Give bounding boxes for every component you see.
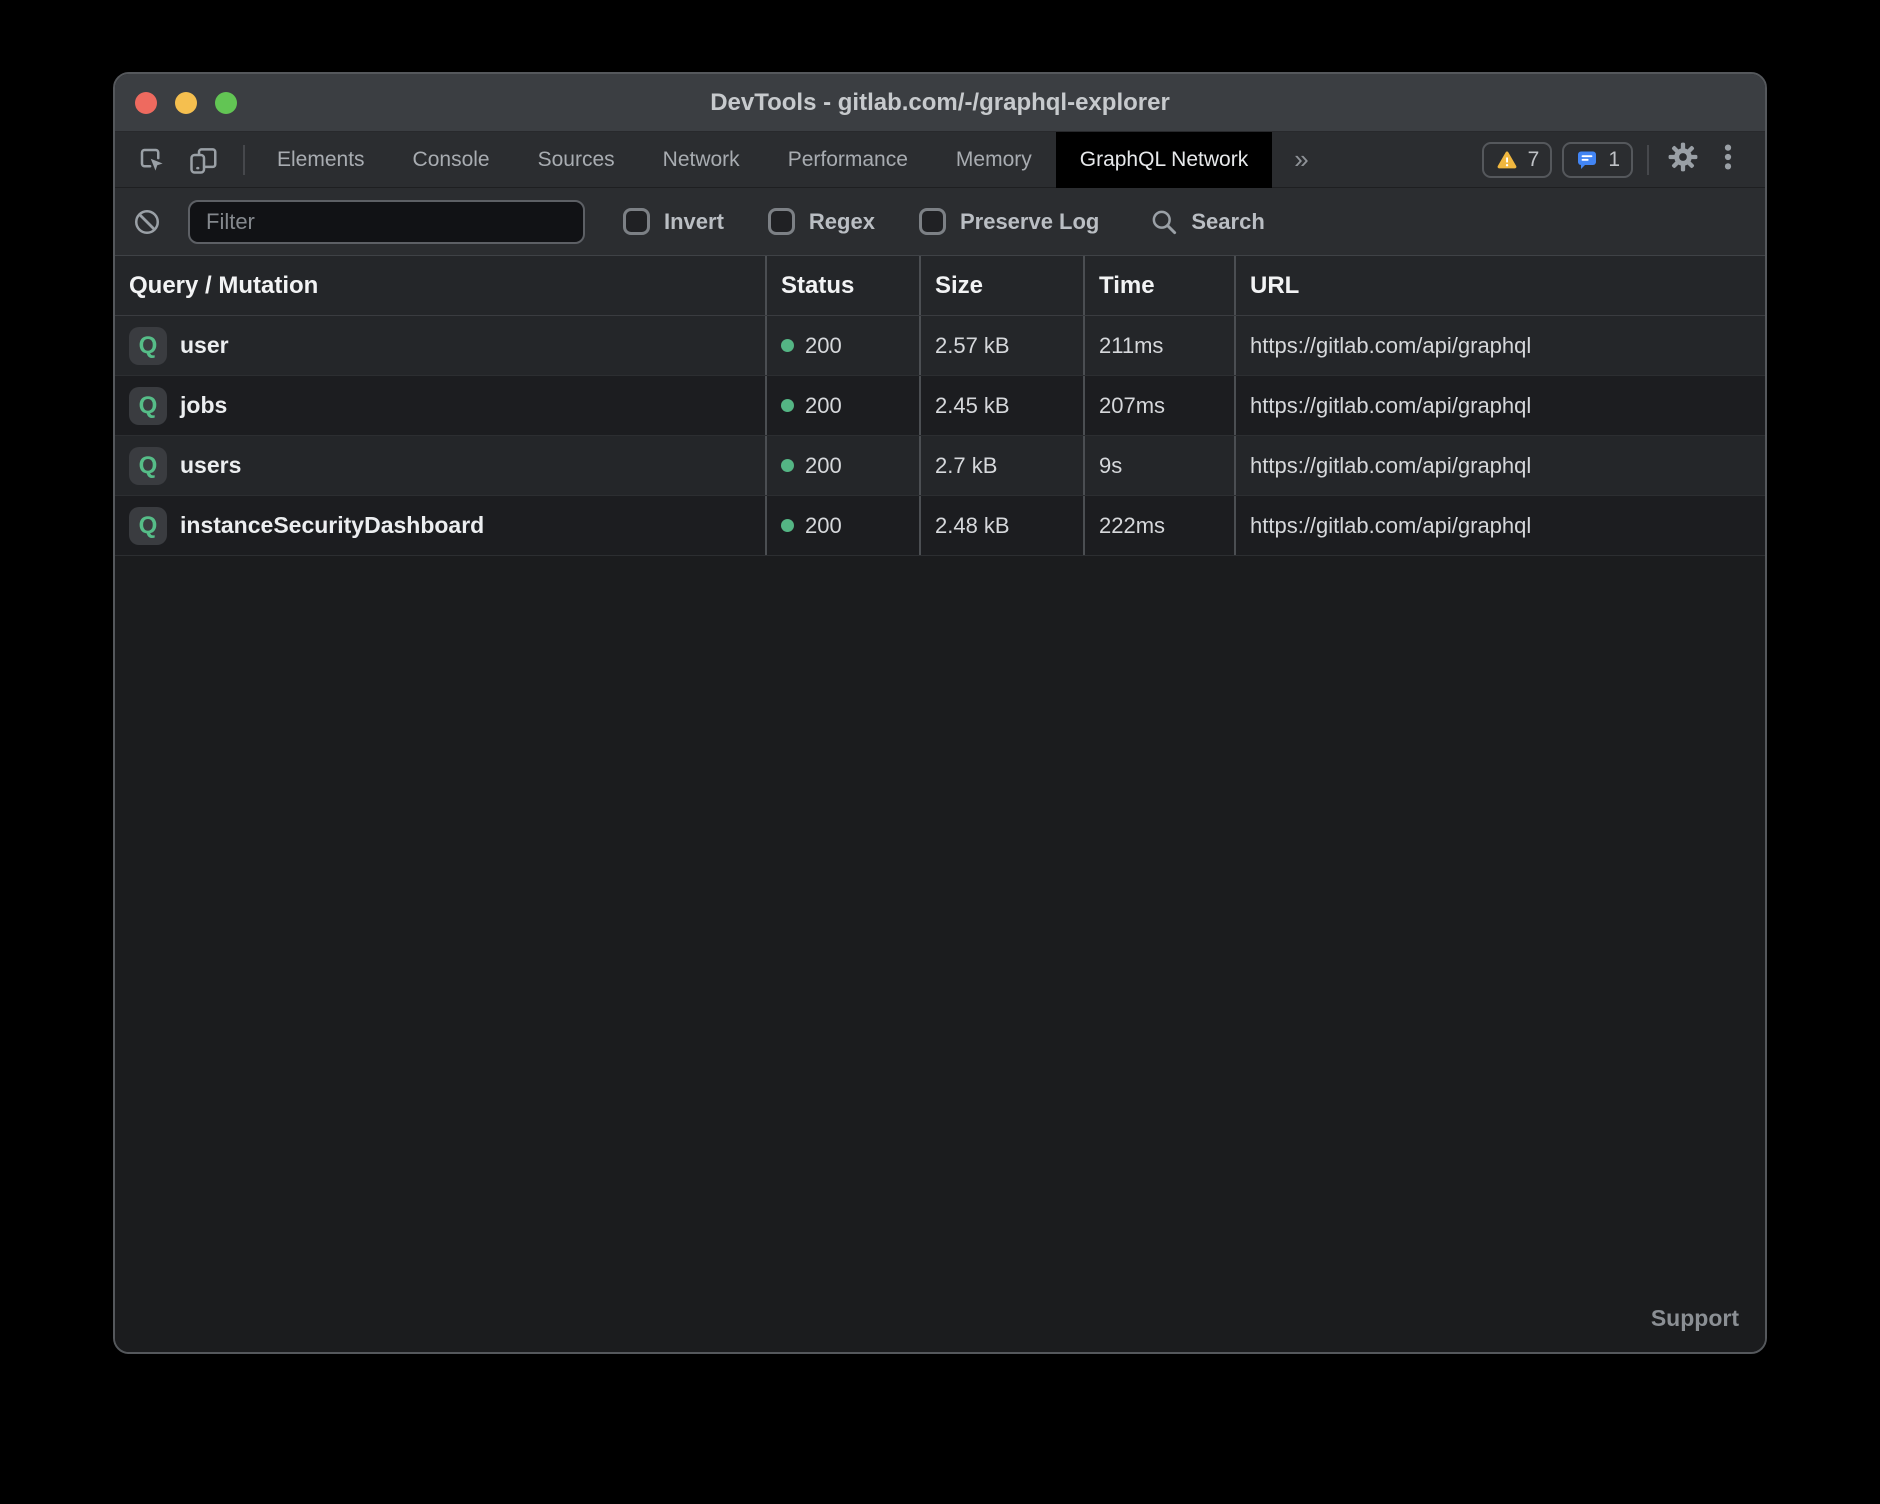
response-size: 2.48 kB — [935, 513, 1010, 539]
search-icon — [1149, 207, 1179, 237]
status-ok-dot — [781, 399, 794, 412]
column-header-status[interactable]: Status — [765, 256, 919, 315]
tab-performance[interactable]: Performance — [764, 132, 932, 188]
response-time: 9s — [1099, 453, 1122, 479]
query-type-badge: Q — [129, 387, 167, 425]
settings-button[interactable] — [1667, 141, 1699, 178]
table-row[interactable]: Q user 200 2.57 kB 211ms https://gitlab.… — [115, 316, 1765, 376]
regex-checkbox[interactable] — [768, 208, 795, 235]
device-toolbar-icon[interactable] — [189, 145, 219, 175]
zoom-window-button[interactable] — [215, 92, 237, 114]
response-size: 2.7 kB — [935, 453, 997, 479]
window-title: DevTools - gitlab.com/-/graphql-explorer — [710, 89, 1170, 117]
toolbar-separator — [243, 145, 245, 175]
filter-toolbar: Invert Regex Preserve Log Search — [115, 188, 1765, 256]
status-ok-dot — [781, 519, 794, 532]
warnings-button[interactable]: 7 — [1482, 142, 1553, 178]
response-size: 2.57 kB — [935, 333, 1010, 359]
request-url: https://gitlab.com/api/graphql — [1250, 393, 1531, 419]
query-type-badge: Q — [129, 507, 167, 545]
inspect-element-icon[interactable] — [137, 145, 167, 175]
minimize-window-button[interactable] — [175, 92, 197, 114]
column-header-time[interactable]: Time — [1083, 256, 1234, 315]
request-url: https://gitlab.com/api/graphql — [1250, 333, 1531, 359]
support-link[interactable]: Support — [1651, 1305, 1739, 1332]
filter-input[interactable] — [188, 200, 585, 244]
status-code: 200 — [805, 393, 842, 419]
search-label: Search — [1191, 209, 1264, 235]
query-name: users — [180, 452, 241, 479]
table-row[interactable]: Q users 200 2.7 kB 9s https://gitlab.com… — [115, 436, 1765, 496]
query-type-badge: Q — [129, 447, 167, 485]
kebab-menu-icon — [1713, 142, 1743, 172]
tab-sources[interactable]: Sources — [514, 132, 639, 188]
tabbar-right-controls: 7 1 — [1472, 141, 1743, 178]
tab-elements[interactable]: Elements — [253, 132, 389, 188]
table-row[interactable]: Q instanceSecurityDashboard 200 2.48 kB … — [115, 496, 1765, 556]
response-time: 211ms — [1099, 333, 1163, 359]
warning-icon — [1495, 148, 1519, 172]
query-type-badge: Q — [129, 327, 167, 365]
request-url: https://gitlab.com/api/graphql — [1250, 513, 1531, 539]
message-count: 1 — [1608, 148, 1620, 172]
table-empty-area: Support — [115, 556, 1765, 1352]
table-header: Query / Mutation Status Size Time URL — [115, 256, 1765, 316]
status-ok-dot — [781, 459, 794, 472]
invert-checkbox[interactable] — [623, 208, 650, 235]
message-icon — [1575, 148, 1599, 172]
issues-button[interactable]: 1 — [1562, 142, 1633, 178]
preserve-log-label: Preserve Log — [960, 209, 1099, 235]
close-window-button[interactable] — [135, 92, 157, 114]
table-row[interactable]: Q jobs 200 2.45 kB 207ms https://gitlab.… — [115, 376, 1765, 436]
column-header-size[interactable]: Size — [919, 256, 1083, 315]
tab-console[interactable]: Console — [389, 132, 514, 188]
search-button[interactable]: Search — [1149, 207, 1264, 237]
query-name: user — [180, 332, 229, 359]
response-size: 2.45 kB — [935, 393, 1010, 419]
tab-graphql-network[interactable]: GraphQL Network — [1056, 132, 1272, 188]
gear-icon — [1667, 141, 1699, 173]
devtools-tabbar: Elements Console Sources Network Perform… — [115, 132, 1765, 188]
preserve-log-checkbox[interactable] — [919, 208, 946, 235]
tab-network[interactable]: Network — [639, 132, 764, 188]
status-code: 200 — [805, 333, 842, 359]
traffic-lights — [135, 74, 237, 131]
request-url: https://gitlab.com/api/graphql — [1250, 453, 1531, 479]
warning-count: 7 — [1528, 148, 1540, 172]
column-header-query-mutation[interactable]: Query / Mutation — [115, 256, 765, 315]
status-ok-dot — [781, 339, 794, 352]
status-code: 200 — [805, 453, 842, 479]
devtools-window: DevTools - gitlab.com/-/graphql-explorer… — [113, 72, 1767, 1354]
menu-button[interactable] — [1713, 142, 1743, 177]
query-name: instanceSecurityDashboard — [180, 512, 484, 539]
regex-label: Regex — [809, 209, 875, 235]
response-time: 222ms — [1099, 513, 1165, 539]
invert-checkbox-group[interactable]: Invert — [623, 208, 724, 235]
query-name: jobs — [180, 392, 227, 419]
preserve-log-checkbox-group[interactable]: Preserve Log — [919, 208, 1099, 235]
status-code: 200 — [805, 513, 842, 539]
invert-label: Invert — [664, 209, 724, 235]
titlebar: DevTools - gitlab.com/-/graphql-explorer — [115, 74, 1765, 132]
clear-log-icon[interactable] — [132, 207, 162, 237]
more-tabs-icon[interactable]: » — [1272, 144, 1330, 175]
tab-memory[interactable]: Memory — [932, 132, 1056, 188]
regex-checkbox-group[interactable]: Regex — [768, 208, 875, 235]
response-time: 207ms — [1099, 393, 1165, 419]
column-header-url[interactable]: URL — [1234, 256, 1765, 315]
controls-separator — [1647, 145, 1649, 175]
